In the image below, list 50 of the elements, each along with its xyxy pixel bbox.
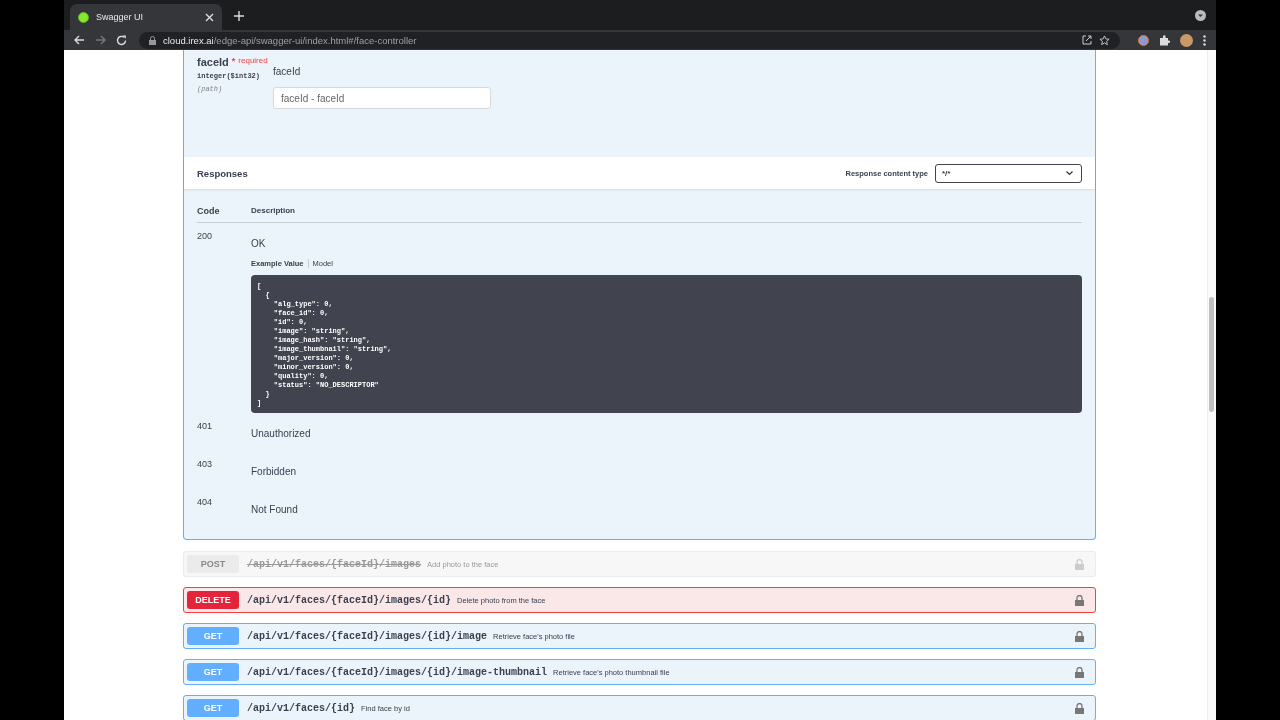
parameter-description: faceId [273,66,302,77]
response-code: 403 [197,459,214,471]
close-icon[interactable] [205,12,214,22]
response-description: Not Found [251,504,299,515]
address-bar[interactable]: cloud.irex.ai/edge-api/swagger-ui/index.html#/face-controller [139,31,1120,49]
responses-title: Responses [197,167,248,179]
back-icon[interactable] [74,35,85,45]
response-description: Unauthorized [251,428,312,439]
required-label: required [238,56,268,65]
forward-icon[interactable] [95,35,106,45]
lock-icon[interactable] [1075,630,1084,642]
endpoint-path: /api/v1/faces/{faceId}/images/{id} [247,594,452,606]
column-header: Code [197,206,221,216]
response-description: OK [251,238,267,249]
response-code: 401 [197,421,214,433]
response-description: Forbidden [251,466,298,477]
column-header: Description [251,206,295,216]
endpoint-path: /api/v1/faces/{faceId}/images/{id}/image [247,630,488,642]
lock-icon [149,35,156,45]
endpoint-path: /api/v1/faces/{faceId}/images [247,558,422,570]
chevron-icon [1066,170,1073,176]
tab-search-icon[interactable] [1195,10,1206,21]
method-badge: GET [187,627,239,645]
star-icon[interactable] [1099,34,1110,46]
lock-icon[interactable] [1075,702,1084,714]
parameter-name: faceId [197,56,229,68]
parameter-input[interactable]: faceId - faceId [273,87,491,109]
puzzle-icon[interactable] [1159,34,1170,46]
menu-icon[interactable] [1203,34,1206,46]
extension-icon[interactable] [1138,34,1149,46]
lock-icon[interactable] [1075,594,1084,606]
method-badge: GET [187,663,239,681]
method-badge: POST [187,555,239,573]
new-tab-icon[interactable] [234,11,244,21]
scrollbar-thumb[interactable] [1209,297,1214,412]
lock-icon[interactable] [1075,666,1084,678]
content-type-select[interactable]: */* [935,163,1082,183]
avatar[interactable] [1180,33,1193,47]
response-code: 404 [197,497,214,509]
method-badge: GET [187,699,239,717]
required-mark: * [231,56,236,66]
reload-icon[interactable] [116,34,127,46]
browser-tab[interactable]: Swagger UI [70,4,222,30]
endpoint-path: /api/v1/faces/{faceId}/images/{id}/image-thumbnail [247,666,548,678]
url-text: cloud.irex.ai/edge-api/swagger-ui/index.html#/face-controller [163,34,417,46]
external-link-icon[interactable] [1082,35,1092,45]
endpoint-path: /api/v1/faces/{id} [247,702,356,714]
response-code: 200 [197,231,214,243]
method-badge: DELETE [187,591,239,609]
tab-title: Swagger UI [96,12,145,22]
